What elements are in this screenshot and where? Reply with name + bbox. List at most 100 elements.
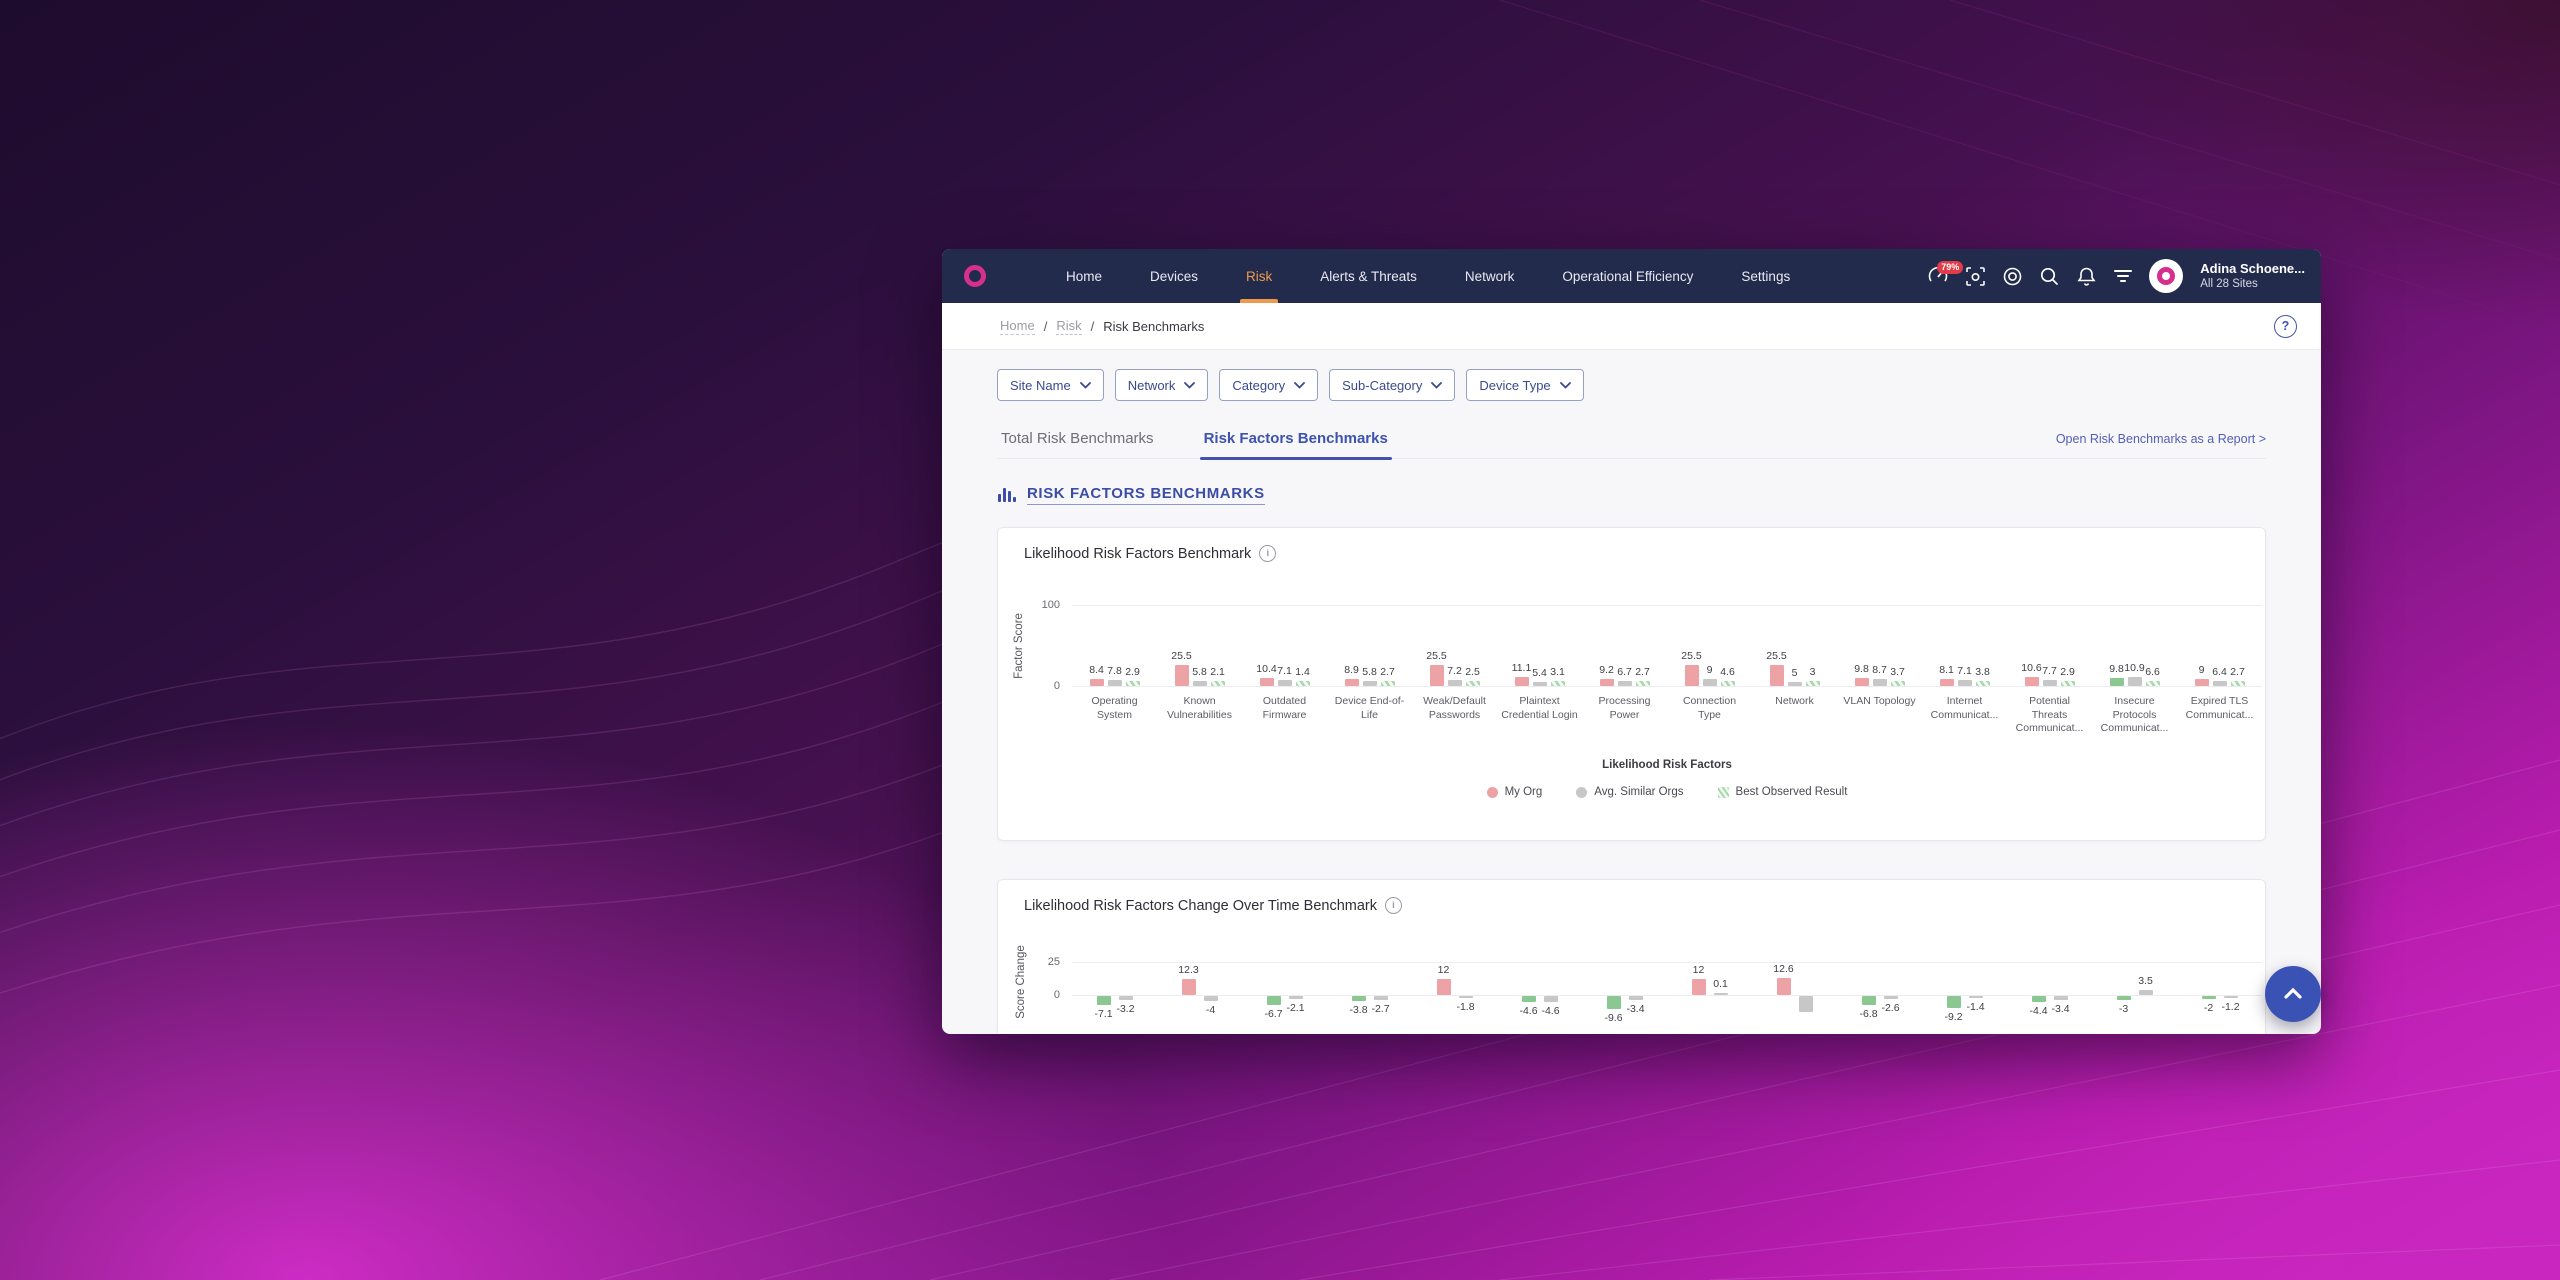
bar-avg-similar-orgs <box>2043 680 2057 686</box>
bar-my-org <box>1182 979 1196 995</box>
bar-value-label: 3 <box>1795 666 1831 678</box>
y-axis-title: Score Change <box>1015 945 1027 1019</box>
brand-logo-icon[interactable] <box>964 265 986 287</box>
bar-best-observed-result <box>1381 681 1395 686</box>
scan-icon[interactable] <box>1964 265 1986 287</box>
legend-swatch <box>1718 787 1729 798</box>
bar-avg-similar-orgs <box>1703 679 1717 686</box>
legend-item[interactable]: My Org <box>1487 786 1543 798</box>
tab-total-risk-benchmarks[interactable]: Total Risk Benchmarks <box>997 422 1158 458</box>
scroll-to-top-button[interactable] <box>2265 966 2321 1022</box>
filter-device-type[interactable]: Device Type <box>1466 369 1583 401</box>
target-icon[interactable] <box>2001 265 2023 287</box>
bar-my-org <box>1777 978 1791 995</box>
likelihood-benchmark-card: Likelihood Risk Factors Benchmark i 0100… <box>997 527 2266 841</box>
section-title[interactable]: RISK FACTORS BENCHMARKS <box>1027 485 1265 505</box>
nav-item-devices[interactable]: Devices <box>1126 249 1222 303</box>
bar-value-label: -1.2 <box>2213 1001 2249 1013</box>
bar-avg-similar-orgs <box>1799 996 1813 1012</box>
user-avatar[interactable] <box>2149 259 2183 293</box>
bar-value-label: 3.5 <box>2128 975 2164 987</box>
bar-value-label: 25.5 <box>1164 650 1200 662</box>
category-label: Expired TLS Communicat... <box>2181 695 2258 722</box>
bar-my-org <box>1855 678 1869 686</box>
user-name: Adina Schoene... <box>2200 261 2305 277</box>
gridline <box>1072 686 2262 687</box>
bar-avg-similar-orgs <box>2224 996 2238 998</box>
bar-my-org <box>2202 996 2216 999</box>
bar-best-observed-result <box>1976 681 1990 686</box>
nav-item-risk[interactable]: Risk <box>1222 249 1296 303</box>
bar-value-label: -1.4 <box>1958 1001 1994 1013</box>
bar-value-label: -3.2 <box>1108 1003 1144 1015</box>
bar-best-observed-result <box>1466 681 1480 686</box>
bar-chart-icon <box>997 485 1017 505</box>
filter-network[interactable]: Network <box>1115 369 1209 401</box>
bar-avg-similar-orgs <box>2213 681 2227 686</box>
filter-site-name[interactable]: Site Name <box>997 369 1104 401</box>
breadcrumb-item[interactable]: Risk <box>1056 318 1081 335</box>
bar-best-observed-result <box>1551 681 1565 686</box>
page-content: Site Name Network Category Sub-Category Devi… <box>942 369 2321 1034</box>
bar-avg-similar-orgs <box>1533 682 1547 686</box>
bar-value-label: 2.1 <box>1200 666 1236 678</box>
y-tick-label: 100 <box>1020 599 1060 611</box>
category-label: Outdated Firmware <box>1246 695 1323 722</box>
bar-best-observed-result <box>1296 681 1310 686</box>
bar-my-org <box>2110 678 2124 686</box>
bar-value-label: 2.5 <box>1455 666 1491 678</box>
change-over-time-card: Likelihood Risk Factors Change Over Time… <box>997 879 2266 1034</box>
bar-my-org <box>2195 679 2209 686</box>
bar-avg-similar-orgs <box>1873 679 1887 686</box>
tab-risk-factors-benchmarks[interactable]: Risk Factors Benchmarks <box>1200 422 1392 458</box>
bar-avg-similar-orgs <box>1969 996 1983 998</box>
bar-avg-similar-orgs <box>1108 680 1122 686</box>
bar-value-label: 2.9 <box>2050 666 2086 678</box>
bar-avg-similar-orgs <box>2128 677 2142 686</box>
gridline <box>1072 605 2262 606</box>
filter-label: Network <box>1128 378 1176 393</box>
filter-bar: Site Name Network Category Sub-Category Devi… <box>997 369 2266 401</box>
navbar-actions: 79% <box>1927 259 2321 293</box>
bar-value-label: -3.4 <box>1618 1003 1654 1015</box>
legend-item[interactable]: Avg. Similar Orgs <box>1576 786 1683 798</box>
nav-item-network[interactable]: Network <box>1441 249 1539 303</box>
breadcrumb-item[interactable]: Home <box>1000 318 1035 335</box>
filter-label: Category <box>1232 378 1285 393</box>
bar-avg-similar-orgs <box>2054 996 2068 1000</box>
bar-value-label: -2.6 <box>1873 1002 1909 1014</box>
search-icon[interactable] <box>2038 265 2060 287</box>
user-info[interactable]: Adina Schoene... All 28 Sites <box>2200 261 2305 292</box>
bar-value-label: 6.6 <box>2135 666 2171 678</box>
nav-item-home[interactable]: Home <box>1042 249 1126 303</box>
filter-category[interactable]: Category <box>1219 369 1318 401</box>
chevron-up-icon <box>2281 982 2305 1006</box>
bar-best-observed-result <box>1126 681 1140 686</box>
section-heading: RISK FACTORS BENCHMARKS <box>997 485 2266 505</box>
bar-my-org <box>1940 679 1954 686</box>
y-axis-title: Factor Score <box>1013 613 1025 679</box>
nav-item-operational-efficiency[interactable]: Operational Efficiency <box>1538 249 1717 303</box>
legend-item[interactable]: Best Observed Result <box>1718 786 1848 798</box>
bar-avg-similar-orgs <box>1544 996 1558 1002</box>
breadcrumb-separator: / <box>1044 319 1048 334</box>
bar-my-org <box>1437 979 1451 995</box>
bar-value-label: 12 <box>1681 964 1717 976</box>
nav-item-settings[interactable]: Settings <box>1717 249 1814 303</box>
open-report-link[interactable]: Open Risk Benchmarks as a Report > <box>2056 432 2266 458</box>
bar-avg-similar-orgs <box>1884 996 1898 999</box>
filter-icon[interactable] <box>2112 265 2134 287</box>
filter-sub-category[interactable]: Sub-Category <box>1329 369 1455 401</box>
bar-value-label: 3.1 <box>1540 666 1576 678</box>
bar-value-label: 3.7 <box>1880 666 1916 678</box>
risk-gauge-icon[interactable]: 79% <box>1927 265 1949 287</box>
bar-my-org <box>1522 996 1536 1002</box>
bar-value-label: -3 <box>2106 1003 2142 1015</box>
bell-icon[interactable] <box>2075 265 2097 287</box>
breadcrumb-item: Risk Benchmarks <box>1103 319 1204 334</box>
bar-best-observed-result <box>1211 681 1225 686</box>
category-label: Operating System <box>1076 695 1153 722</box>
user-sites: All 28 Sites <box>2200 277 2305 291</box>
help-icon[interactable]: ? <box>2274 315 2297 338</box>
nav-item-alerts-threats[interactable]: Alerts & Threats <box>1296 249 1441 303</box>
